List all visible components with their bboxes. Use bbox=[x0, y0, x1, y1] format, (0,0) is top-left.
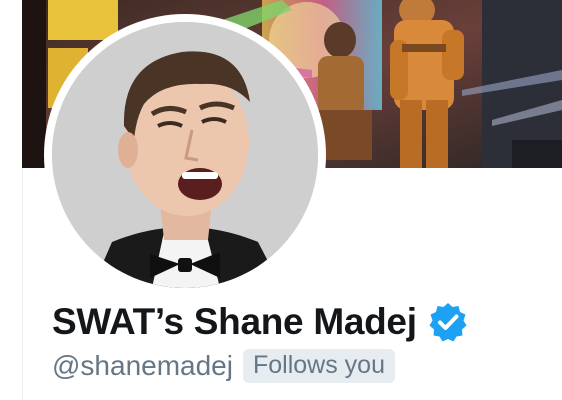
profile-header: SWAT’s Shane Madej @shanemadej Follows y… bbox=[0, 0, 562, 400]
handle-row: @shanemadej Follows you bbox=[52, 346, 395, 386]
card-border bbox=[22, 168, 23, 400]
name-row: SWAT’s Shane Madej bbox=[52, 294, 469, 350]
verified-badge-icon bbox=[427, 301, 469, 343]
avatar-photo bbox=[52, 22, 318, 288]
follows-you-badge: Follows you bbox=[242, 349, 395, 383]
display-name: SWAT’s Shane Madej bbox=[52, 301, 417, 342]
user-handle: @shanemadej bbox=[52, 350, 233, 381]
profile-avatar[interactable] bbox=[44, 14, 326, 296]
